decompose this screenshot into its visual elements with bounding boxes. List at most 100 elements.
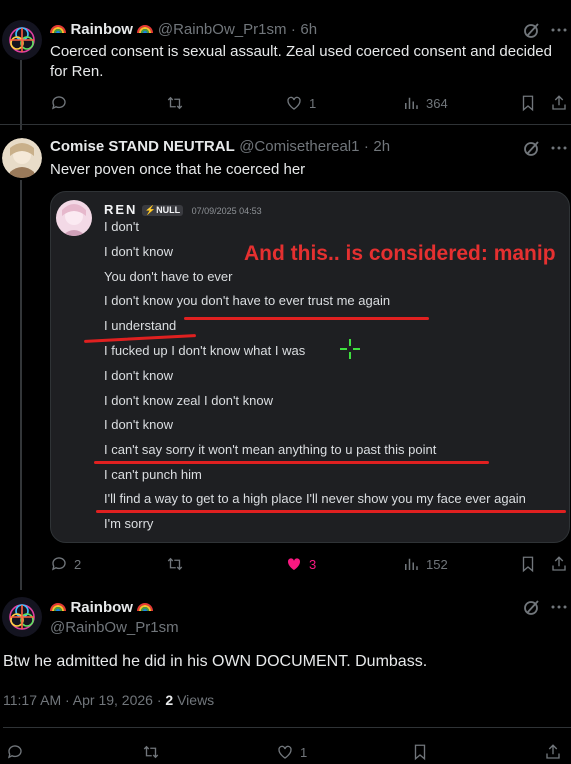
retweet-icon: [167, 96, 183, 110]
reply-button[interactable]: [50, 94, 68, 112]
view-count: 364: [426, 95, 448, 111]
rainbow-emoji-icon: [50, 20, 66, 36]
tweet2-text: Never poven once that he coerced her: [50, 161, 306, 178]
timestamp[interactable]: 6h: [300, 21, 317, 38]
underline-mark: [83, 334, 197, 343]
separator-dot: ·: [290, 21, 296, 38]
views-button[interactable]: 152: [402, 555, 448, 573]
share-button[interactable]: [550, 94, 568, 112]
chat-message: I don't know: [104, 368, 173, 383]
like-icon: [287, 558, 301, 570]
handle[interactable]: @RainbOw_Pr1sm: [50, 619, 179, 636]
like-count: 1: [300, 744, 308, 760]
retweet-icon: [167, 557, 183, 571]
divider: [3, 727, 571, 728]
more-icon[interactable]: [550, 139, 568, 157]
bookmark-button[interactable]: [411, 743, 429, 761]
embed-badge: ⚡NULL: [141, 205, 184, 216]
embed-username: REN: [104, 202, 138, 217]
crosshair-icon: [340, 339, 360, 359]
reply-count: 2: [74, 556, 82, 572]
post-datetime[interactable]: 11:17 AM · Apr 19, 2026 ·: [3, 692, 165, 708]
view-count: 152: [426, 556, 448, 572]
retweet-icon: [143, 745, 159, 759]
like-icon: [287, 96, 301, 110]
reply-icon: [51, 96, 66, 110]
thread-line-2: [20, 180, 22, 590]
like-button[interactable]: 3: [285, 555, 316, 573]
share-icon: [552, 95, 566, 110]
display-name[interactable]: Rainbow: [70, 599, 133, 616]
views-label: Views: [177, 692, 215, 708]
chat-message: I'm sorry: [104, 516, 154, 531]
reply-button[interactable]: 2: [50, 555, 81, 573]
chat-message: I can't punch him: [104, 467, 202, 482]
like-count: 1: [309, 95, 317, 111]
tweet3-text: Btw he admitted he did in his OWN DOCUME…: [3, 653, 428, 670]
share-icon: [546, 744, 560, 759]
tweet3-meta: 11:17 AM · Apr 19, 2026 · 2 Views: [3, 692, 214, 708]
rainbow-emoji-icon: [137, 20, 154, 36]
reply-button[interactable]: [6, 743, 24, 761]
like-icon: [278, 745, 292, 759]
embed-overlay-text: And this.. is considered: manip: [244, 242, 556, 265]
avatar-rainbow[interactable]: [2, 597, 42, 637]
chat-message: You don't have to ever: [104, 269, 233, 284]
bookmark-icon: [522, 556, 534, 573]
views-icon: [405, 558, 418, 570]
thread-line-1: [20, 60, 22, 130]
avatar-comise[interactable]: [2, 138, 42, 178]
retweet-button[interactable]: [142, 743, 160, 761]
handle[interactable]: @RainbOw_Pr1sm: [158, 21, 287, 38]
embed-timestamp: 07/09/2025 04:53: [191, 206, 262, 216]
tweet1-text: Coerced consent is sexual assault. Zeal …: [50, 43, 552, 80]
divider: [0, 124, 571, 125]
rainbow-emoji-icon: [50, 598, 66, 614]
reply-icon: [51, 557, 66, 571]
underline-mark: [96, 510, 566, 513]
share-button[interactable]: [550, 555, 568, 573]
chat-message: I don't know: [104, 244, 173, 259]
more-icon[interactable]: [550, 598, 568, 616]
embed-avatar: [56, 200, 92, 236]
underline-mark: [184, 317, 429, 320]
bookmark-icon: [414, 744, 426, 761]
more-icon[interactable]: [550, 21, 568, 39]
display-name[interactable]: Rainbow: [70, 21, 133, 38]
views-count: 2: [165, 692, 174, 708]
tweet1-header: Rainbow @RainbOw_Pr1sm · 6h: [50, 20, 317, 39]
chat-message: I understand: [104, 318, 177, 333]
reply-icon: [7, 745, 22, 759]
retweet-button[interactable]: [166, 555, 184, 573]
bookmark-button[interactable]: [519, 94, 537, 112]
tweet2-header: Comise STAND NEUTRAL @Comisethereal1 · 2…: [50, 138, 390, 156]
bookmark-button[interactable]: [519, 555, 537, 573]
grok-icon[interactable]: [523, 21, 541, 39]
share-button[interactable]: [544, 743, 562, 761]
handle[interactable]: @Comisethereal1: [239, 138, 359, 155]
views-button[interactable]: 364: [402, 94, 448, 112]
share-icon: [552, 556, 566, 571]
views-icon: [405, 97, 418, 109]
tweet3-name: Rainbow: [50, 598, 154, 617]
like-count: 3: [309, 556, 317, 572]
chat-message: I don't know: [104, 417, 173, 432]
embedded-image[interactable]: REN ⚡NULL 07/09/2025 04:53 And this.. is…: [50, 191, 570, 543]
separator-dot: ·: [363, 138, 369, 155]
chat-message: I don't know you don't have to ever trus…: [104, 293, 391, 308]
chat-message: I don't: [104, 219, 140, 234]
underline-mark: [94, 461, 489, 464]
avatar-rainbow[interactable]: [2, 20, 42, 60]
display-name[interactable]: Comise STAND NEUTRAL: [50, 138, 235, 155]
like-button[interactable]: 1: [276, 743, 307, 761]
rainbow-emoji-icon: [137, 598, 154, 614]
like-button[interactable]: 1: [285, 94, 316, 112]
chat-message: I can't say sorry it won't mean anything…: [104, 442, 437, 457]
grok-icon[interactable]: [523, 139, 541, 157]
chat-message: I'll find a way to get to a high place I…: [104, 491, 526, 506]
chat-message: I fucked up I don't know what I was: [104, 343, 306, 358]
chat-message: I don't know zeal I don't know: [104, 393, 274, 408]
retweet-button[interactable]: [166, 94, 184, 112]
grok-icon[interactable]: [523, 598, 541, 616]
timestamp[interactable]: 2h: [373, 138, 390, 155]
